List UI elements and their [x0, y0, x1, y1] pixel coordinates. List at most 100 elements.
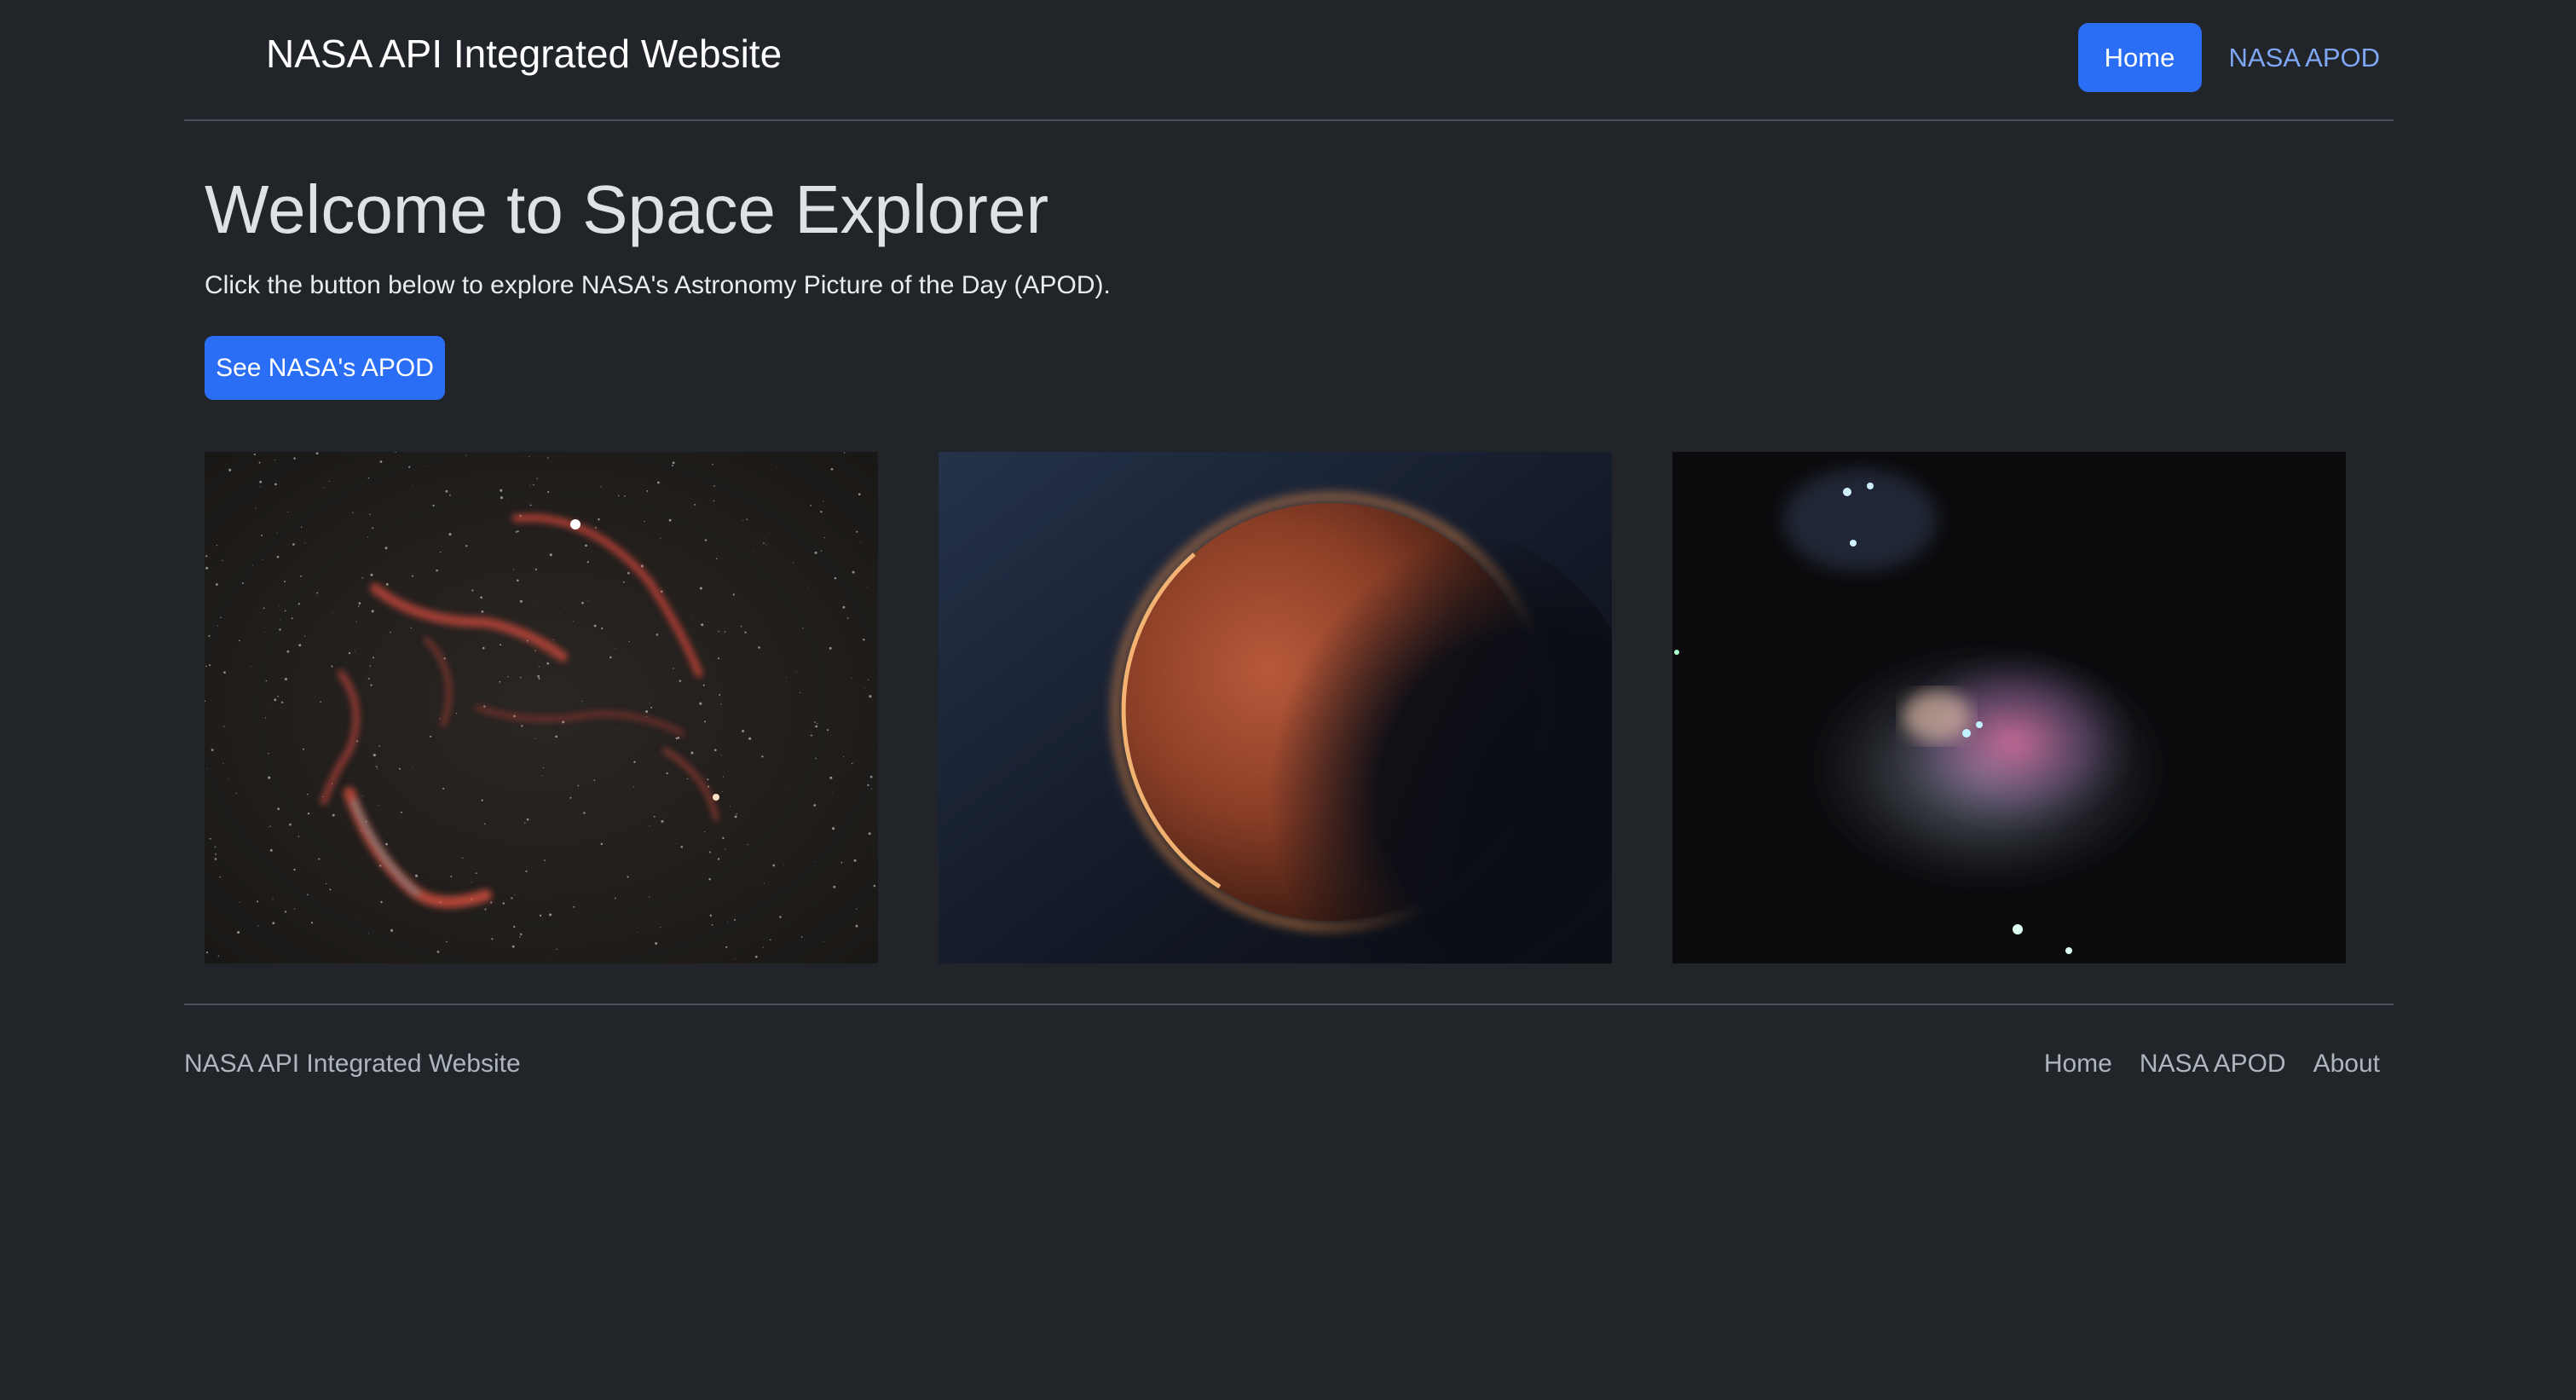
- star: [475, 872, 477, 874]
- star: [310, 922, 314, 924]
- star: [439, 718, 442, 720]
- star: [679, 952, 680, 953]
- star: [511, 897, 513, 900]
- star: [253, 454, 256, 456]
- star: [668, 518, 672, 522]
- star: [722, 791, 724, 793]
- star: [655, 942, 658, 945]
- star: [627, 571, 630, 575]
- see-apod-button[interactable]: See NASA's APOD: [205, 336, 445, 400]
- star: [378, 745, 380, 747]
- star: [633, 761, 636, 763]
- star: [666, 772, 668, 775]
- star: [449, 494, 451, 496]
- star: [269, 848, 273, 852]
- star: [303, 635, 306, 637]
- star: [279, 605, 280, 606]
- star: [587, 600, 589, 602]
- star: [534, 738, 535, 739]
- star: [259, 486, 262, 488]
- star: [286, 650, 290, 653]
- star: [733, 918, 736, 921]
- star: [690, 751, 694, 755]
- star: [274, 483, 277, 486]
- star: [725, 946, 728, 948]
- star: [709, 851, 711, 853]
- star: [205, 951, 209, 954]
- star: [432, 504, 435, 507]
- star: [258, 461, 261, 464]
- star: [293, 457, 296, 460]
- star: [484, 908, 487, 911]
- star: [302, 748, 304, 750]
- footer-brand: NASA API Integrated Website: [184, 1050, 521, 1078]
- star: [400, 811, 402, 813]
- mars-image: [939, 452, 1612, 963]
- star: [863, 639, 865, 641]
- star: [369, 513, 371, 515]
- footer-link-apod[interactable]: NASA APOD: [2140, 1050, 2286, 1079]
- star: [588, 918, 589, 920]
- nav-home-button[interactable]: Home: [2077, 23, 2202, 92]
- footer-link-about[interactable]: About: [2313, 1050, 2380, 1079]
- star: [763, 537, 765, 539]
- star: [272, 922, 275, 925]
- star: [815, 725, 818, 728]
- star: [594, 526, 597, 529]
- star: [209, 837, 211, 840]
- star: [217, 625, 218, 627]
- star: [329, 888, 332, 891]
- star: [622, 581, 625, 583]
- star: [205, 566, 209, 570]
- star: [500, 496, 504, 500]
- star: [795, 671, 797, 673]
- star: [348, 651, 351, 655]
- star: [813, 804, 817, 807]
- star: [332, 813, 335, 817]
- star: [736, 813, 737, 815]
- star: [600, 842, 604, 846]
- star: [833, 885, 836, 888]
- star: [259, 480, 263, 483]
- star: [534, 568, 537, 571]
- star: [525, 870, 528, 872]
- star: [569, 796, 572, 799]
- star: [617, 495, 620, 497]
- star: [656, 633, 659, 636]
- footer-link-home[interactable]: Home: [2044, 1050, 2112, 1079]
- star: [277, 695, 279, 697]
- nav-apod-link[interactable]: NASA APOD: [2229, 43, 2380, 73]
- star: [482, 646, 485, 650]
- star: [708, 785, 710, 788]
- star: [652, 812, 654, 813]
- star: [820, 511, 823, 513]
- star: [704, 831, 706, 833]
- star: [436, 569, 438, 572]
- star: [398, 767, 401, 770]
- star: [316, 592, 319, 594]
- star: [727, 922, 728, 923]
- star: [430, 735, 432, 738]
- star: [830, 467, 834, 471]
- star: [514, 894, 516, 895]
- star: [228, 778, 230, 779]
- star: [673, 668, 674, 669]
- star: [320, 701, 321, 703]
- star: [380, 900, 383, 904]
- star: [373, 657, 374, 659]
- star: [656, 481, 660, 484]
- star: [586, 561, 589, 564]
- star: [660, 590, 663, 593]
- star: [519, 676, 522, 679]
- star: [704, 539, 708, 541]
- star: [533, 483, 534, 486]
- site-brand[interactable]: NASA API Integrated Website: [266, 31, 782, 77]
- star: [209, 664, 211, 667]
- star: [377, 768, 378, 770]
- star: [483, 823, 486, 825]
- star: [269, 825, 272, 827]
- star: [717, 657, 719, 660]
- star: [367, 477, 370, 479]
- star: [744, 631, 747, 633]
- star: [671, 465, 673, 467]
